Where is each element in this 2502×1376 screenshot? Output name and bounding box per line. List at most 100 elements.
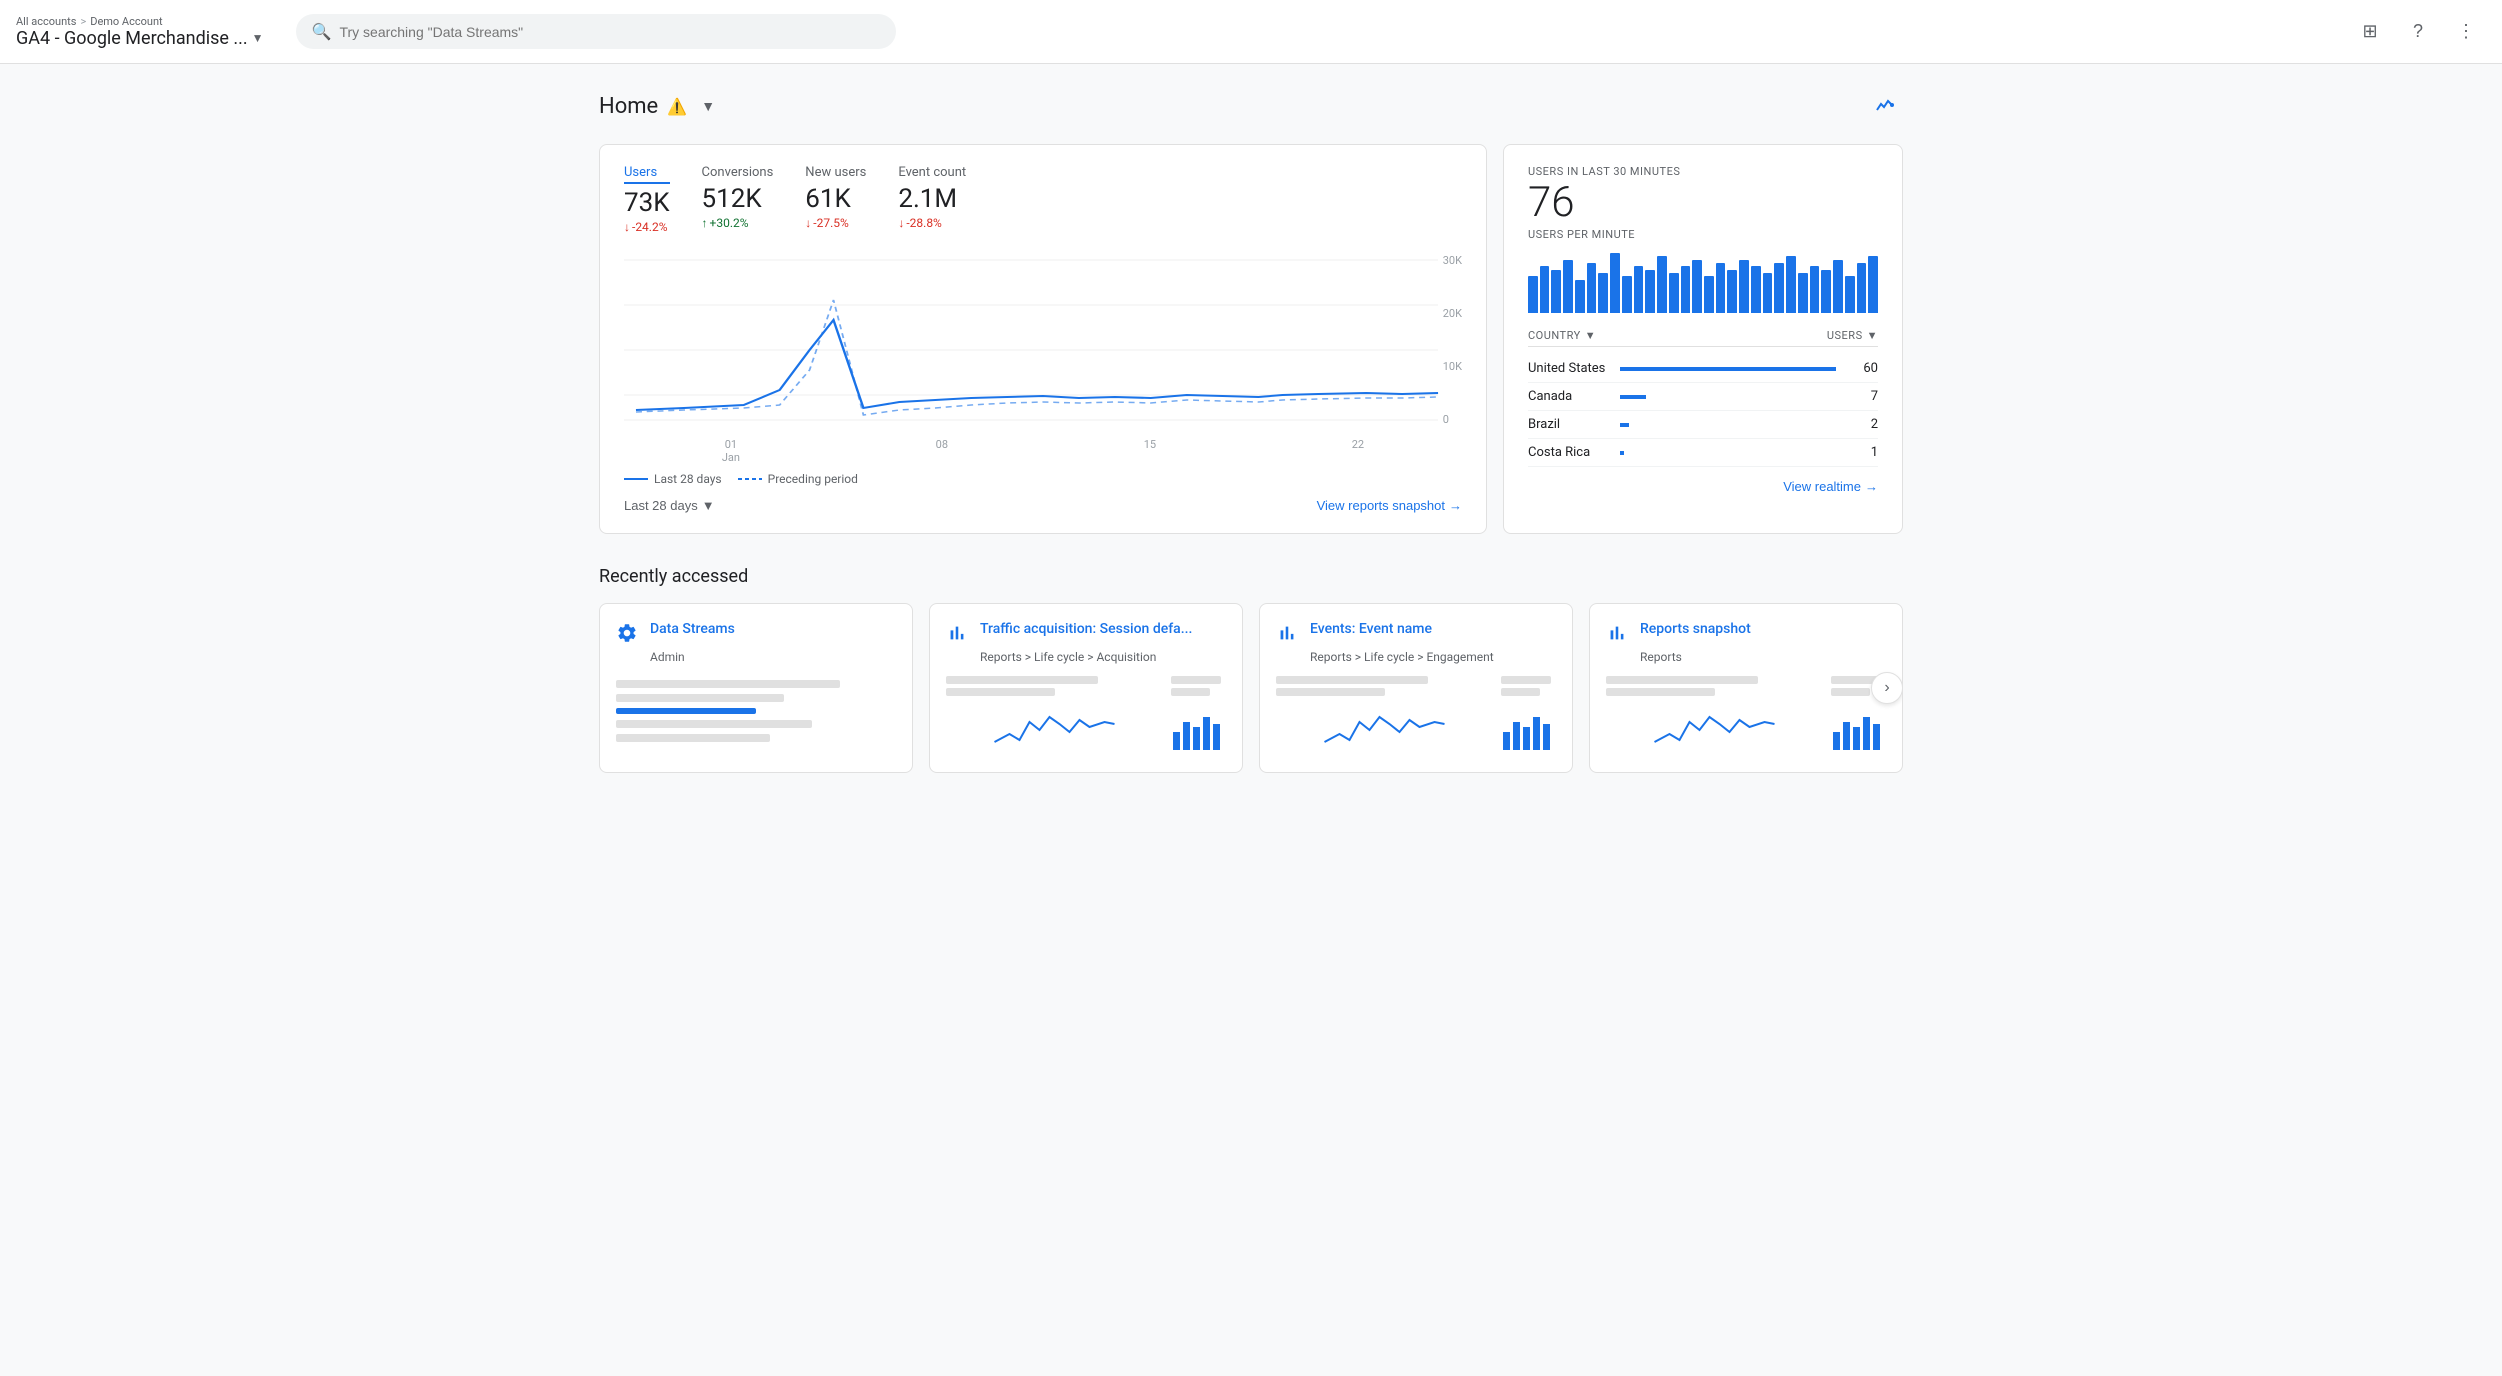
page-header: Home ⚠️ ▼ xyxy=(599,88,1903,124)
metric-new-users-change: ↓ -27.5% xyxy=(805,216,866,230)
account-title-text: GA4 - Google Merchandise ... xyxy=(16,28,248,49)
country-bar xyxy=(1620,395,1646,399)
recent-card[interactable]: Reports snapshot Reports xyxy=(1589,603,1903,773)
realtime-bar xyxy=(1622,276,1632,313)
chart-y-labels: 30K 20K 10K 0 xyxy=(1443,250,1462,430)
realtime-bar xyxy=(1798,273,1808,313)
metric-conversions-change: ↑ +30.2% xyxy=(702,216,774,230)
realtime-bar xyxy=(1692,260,1702,313)
metric-conversions-label[interactable]: Conversions xyxy=(702,165,774,180)
users-sort-icon: ▼ xyxy=(1867,329,1878,342)
account-dropdown-chevron: ▼ xyxy=(252,31,264,45)
country-user-count: 1 xyxy=(1848,445,1878,460)
metric-users-label[interactable]: Users xyxy=(624,165,670,184)
realtime-bar xyxy=(1868,256,1878,313)
realtime-bar xyxy=(1810,266,1820,313)
metric-users-value: 73K xyxy=(624,188,670,218)
nav-left: All accounts > Demo Account GA4 - Google… xyxy=(16,15,264,49)
date-range-button[interactable]: Last 28 days ▼ xyxy=(624,498,715,513)
realtime-bar xyxy=(1657,256,1667,313)
chart-x-labels: 01 Jan 08 15 22 xyxy=(624,438,1462,464)
metric-conversions-value: 512K xyxy=(702,184,774,214)
recent-item-preview xyxy=(1606,676,1886,756)
realtime-bar xyxy=(1645,270,1655,313)
next-recent-button[interactable]: › xyxy=(1871,672,1903,704)
metric-new-users-value: 61K xyxy=(805,184,866,214)
metric-event-count-value: 2.1M xyxy=(898,184,966,214)
arrow-right-icon: → xyxy=(1449,498,1462,513)
recent-card[interactable]: Data Streams Admin xyxy=(599,603,913,773)
down-arrow-icon: ↓ xyxy=(624,220,630,234)
more-options-button[interactable]: ⋮ xyxy=(2446,12,2486,52)
view-realtime-button[interactable]: View realtime → xyxy=(1783,479,1878,494)
account-title[interactable]: GA4 - Google Merchandise ... ▼ xyxy=(16,28,264,49)
country-name: Costa Rica xyxy=(1528,445,1608,460)
apps-button[interactable]: ⊞ xyxy=(2350,12,2390,52)
recent-item-subtitle: Reports > Life cycle > Acquisition xyxy=(980,650,1226,664)
users-column-header[interactable]: USERS ▼ xyxy=(1827,329,1878,342)
recently-accessed-title: Recently accessed xyxy=(599,566,1903,587)
title-dropdown-button[interactable]: ▼ xyxy=(696,94,720,118)
top-navigation: All accounts > Demo Account GA4 - Google… xyxy=(0,0,2502,64)
realtime-bar-chart xyxy=(1528,253,1878,313)
recent-item-title: Traffic acquisition: Session defa... xyxy=(980,620,1192,638)
country-bar xyxy=(1620,451,1624,455)
recent-item-icon xyxy=(1276,622,1300,646)
recent-card-header: Traffic acquisition: Session defa... xyxy=(946,620,1226,646)
breadcrumb-all-accounts[interactable]: All accounts xyxy=(16,15,76,28)
country-bar-wrapper xyxy=(1620,423,1836,427)
metric-users-change: ↓ -24.2% xyxy=(624,220,670,234)
view-reports-snapshot-button[interactable]: View reports snapshot → xyxy=(1317,498,1462,513)
recent-item-preview xyxy=(616,676,896,756)
recent-card[interactable]: Traffic acquisition: Session defa... Rep… xyxy=(929,603,1243,773)
realtime-sublabel: USERS PER MINUTE xyxy=(1528,228,1878,241)
realtime-bar xyxy=(1634,266,1644,313)
breadcrumb-demo-account[interactable]: Demo Account xyxy=(90,15,162,28)
down-arrow-icon-3: ↓ xyxy=(898,216,904,230)
search-bar: 🔍 xyxy=(296,14,896,49)
recent-item-preview xyxy=(946,676,1226,756)
main-chart-area: 30K 20K 10K 0 xyxy=(624,250,1462,430)
country-column-header[interactable]: COUNTRY ▼ xyxy=(1528,329,1596,342)
metric-event-count-label[interactable]: Event count xyxy=(898,165,966,180)
metric-new-users-label[interactable]: New users xyxy=(805,165,866,180)
country-bar-wrapper xyxy=(1620,395,1836,399)
realtime-bar xyxy=(1857,263,1867,313)
country-sort-icon: ▼ xyxy=(1585,329,1596,342)
realtime-bar xyxy=(1575,280,1585,313)
country-bar-wrapper xyxy=(1620,451,1836,455)
country-table-row: Canada 7 xyxy=(1528,383,1878,411)
realtime-bar xyxy=(1763,273,1773,313)
realtime-bar xyxy=(1598,273,1608,313)
metric-users: Users 73K ↓ -24.2% xyxy=(624,165,670,234)
down-arrow-icon-2: ↓ xyxy=(805,216,811,230)
country-name: Brazil xyxy=(1528,417,1608,432)
country-table-header: COUNTRY ▼ USERS ▼ xyxy=(1528,329,1878,347)
realtime-bar xyxy=(1528,276,1538,313)
realtime-bar xyxy=(1774,263,1784,313)
country-name: United States xyxy=(1528,361,1608,376)
recent-item-title: Events: Event name xyxy=(1310,620,1432,638)
metric-conversions: Conversions 512K ↑ +30.2% xyxy=(702,165,774,234)
recent-card[interactable]: Events: Event name Reports > Life cycle … xyxy=(1259,603,1573,773)
sparkline-button[interactable] xyxy=(1867,88,1903,124)
x-label-jan01: 01 Jan xyxy=(722,438,740,464)
legend-dashed-line xyxy=(738,475,762,483)
legend-dashed-label: Preceding period xyxy=(768,472,858,486)
breadcrumb: All accounts > Demo Account xyxy=(16,15,264,28)
recently-accessed-section: Recently accessed Data Streams Admin Tra… xyxy=(599,566,1903,773)
breadcrumb-separator: > xyxy=(80,15,86,28)
help-button[interactable]: ? xyxy=(2398,12,2438,52)
recent-item-subtitle: Reports > Life cycle > Engagement xyxy=(1310,650,1556,664)
date-range-chevron-icon: ▼ xyxy=(702,498,715,513)
search-input[interactable] xyxy=(339,24,879,40)
legend-dashed: Preceding period xyxy=(738,472,858,486)
recent-item-subtitle: Reports xyxy=(1640,650,1886,664)
up-arrow-icon: ↑ xyxy=(702,216,708,230)
recent-item-preview xyxy=(1276,676,1556,756)
country-table: United States 60 Canada 7 Brazil 2 Costa… xyxy=(1528,355,1878,467)
realtime-bar xyxy=(1551,270,1561,313)
country-bar xyxy=(1620,367,1836,371)
search-input-wrapper: 🔍 xyxy=(296,14,896,49)
recent-card-header: Data Streams xyxy=(616,620,896,646)
